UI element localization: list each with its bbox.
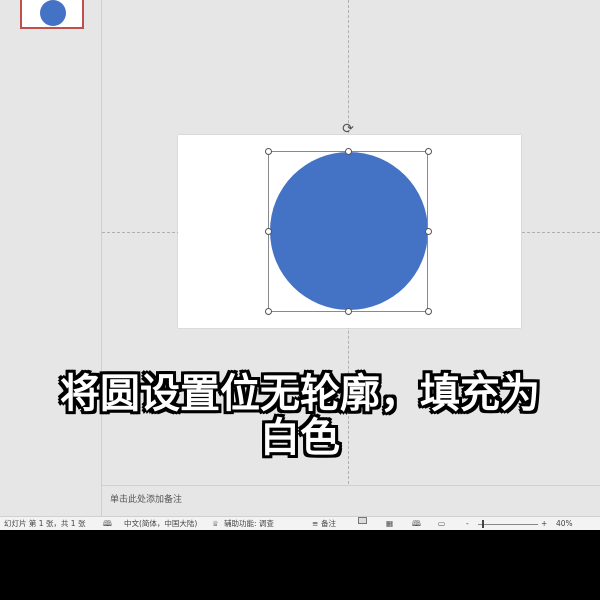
video-caption: 将圆设置位无轮廓，填充为 白色 <box>0 372 600 460</box>
resize-handle-bottom-right[interactable] <box>425 308 432 315</box>
accessibility-icon: ♕ <box>212 519 219 528</box>
selection-box <box>268 151 428 312</box>
slide-count: 幻灯片 第 1 张，共 1 张 <box>4 519 86 528</box>
notes-icon: ≡ <box>312 519 319 528</box>
notes-placeholder: 单击此处添加备注 <box>110 495 183 505</box>
resize-handle-top[interactable] <box>345 148 352 155</box>
caption-line-1: 将圆设置位无轮廓，填充为 <box>60 371 540 417</box>
caption-line-2: 白色 <box>260 415 340 461</box>
resize-handle-right[interactable] <box>425 228 432 235</box>
status-bar: 幻灯片 第 1 张，共 1 张 🕮 中文(简体，中国大陆) ♕ 辅助功能: 调查… <box>0 516 600 530</box>
powerpoint-window: ⟳ 单击此处添加备注 幻灯片 第 1 张，共 1 张 🕮 中文(简体，中国大陆)… <box>0 0 600 530</box>
zoom-slider-track[interactable] <box>478 524 538 525</box>
zoom-level[interactable]: 40% <box>556 517 573 530</box>
zoom-slider-thumb[interactable] <box>482 520 484 528</box>
zoom-out-button[interactable]: - <box>466 517 469 530</box>
slideshow-icon[interactable]: ▭ <box>438 517 445 530</box>
book-icon[interactable]: 🕮 <box>103 517 112 530</box>
resize-handle-top-right[interactable] <box>425 148 432 155</box>
slide-sorter-icon[interactable]: ▦ <box>386 517 393 530</box>
resize-handle-left[interactable] <box>265 228 272 235</box>
resize-handle-top-left[interactable] <box>265 148 272 155</box>
thumbnail-circle <box>40 0 66 26</box>
reading-view-icon[interactable]: 🕮 <box>412 517 421 530</box>
notes-button[interactable]: 备注 <box>321 517 336 530</box>
zoom-in-button[interactable]: + <box>541 517 547 530</box>
slide-thumbnail-1[interactable] <box>20 0 84 29</box>
notes-pane[interactable]: 单击此处添加备注 <box>102 485 600 516</box>
rotate-icon[interactable]: ⟳ <box>340 121 356 137</box>
resize-handle-bottom-left[interactable] <box>265 308 272 315</box>
accessibility-status[interactable]: 辅助功能: 调查 <box>224 517 274 530</box>
resize-handle-bottom[interactable] <box>345 308 352 315</box>
language-indicator[interactable]: 中文(简体，中国大陆) <box>124 517 197 530</box>
